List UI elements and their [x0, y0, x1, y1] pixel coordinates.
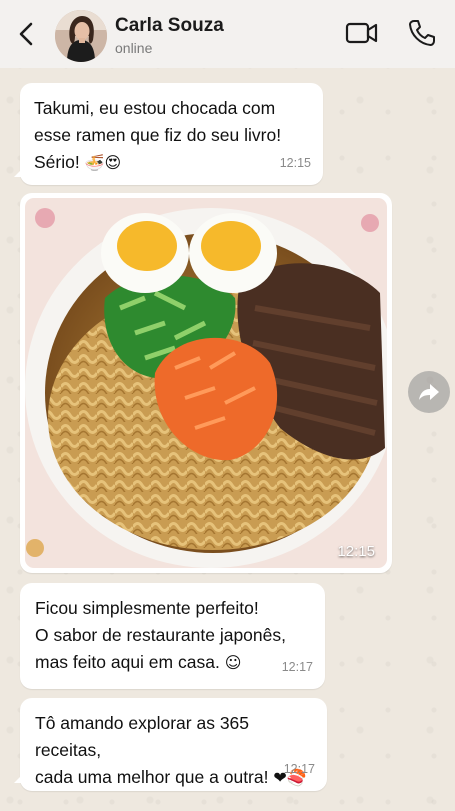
message-bubble[interactable]: Tô amando explorar as 365 receitas, cada… — [14, 698, 327, 791]
message-time: 12:17 — [281, 660, 313, 674]
video-camera-icon[interactable] — [345, 20, 379, 46]
message-text: Ficou simplesmente perfeito! O sabor de … — [35, 598, 286, 672]
avatar[interactable] — [55, 10, 107, 62]
contact-status: online — [115, 40, 153, 56]
ramen-photo[interactable]: 12:15 — [25, 198, 387, 568]
chat-header: Carla Souza online — [0, 0, 455, 68]
phone-icon[interactable] — [407, 18, 437, 48]
message-text: Takumi, eu estou chocada com esse ramen … — [34, 98, 282, 172]
message-emojis: ☺ — [224, 653, 242, 672]
message-time: 12:17 — [283, 762, 315, 776]
message-bubble[interactable]: Ficou simplesmente perfeito! O sabor de … — [20, 583, 325, 689]
image-time: 12:15 — [337, 543, 375, 560]
image-message[interactable]: 12:15 — [20, 193, 392, 573]
forward-arrow-icon[interactable] — [408, 371, 450, 413]
message-time: 12:15 — [279, 156, 311, 170]
chevron-left-icon[interactable] — [14, 20, 38, 48]
message-emojis: 🍜😍 — [84, 153, 122, 172]
message-bubble[interactable]: Takumi, eu estou chocada com esse ramen … — [14, 83, 323, 185]
message-text: Tô amando explorar as 365 receitas, cada… — [35, 713, 269, 787]
contact-name[interactable]: Carla Souza — [115, 15, 224, 37]
